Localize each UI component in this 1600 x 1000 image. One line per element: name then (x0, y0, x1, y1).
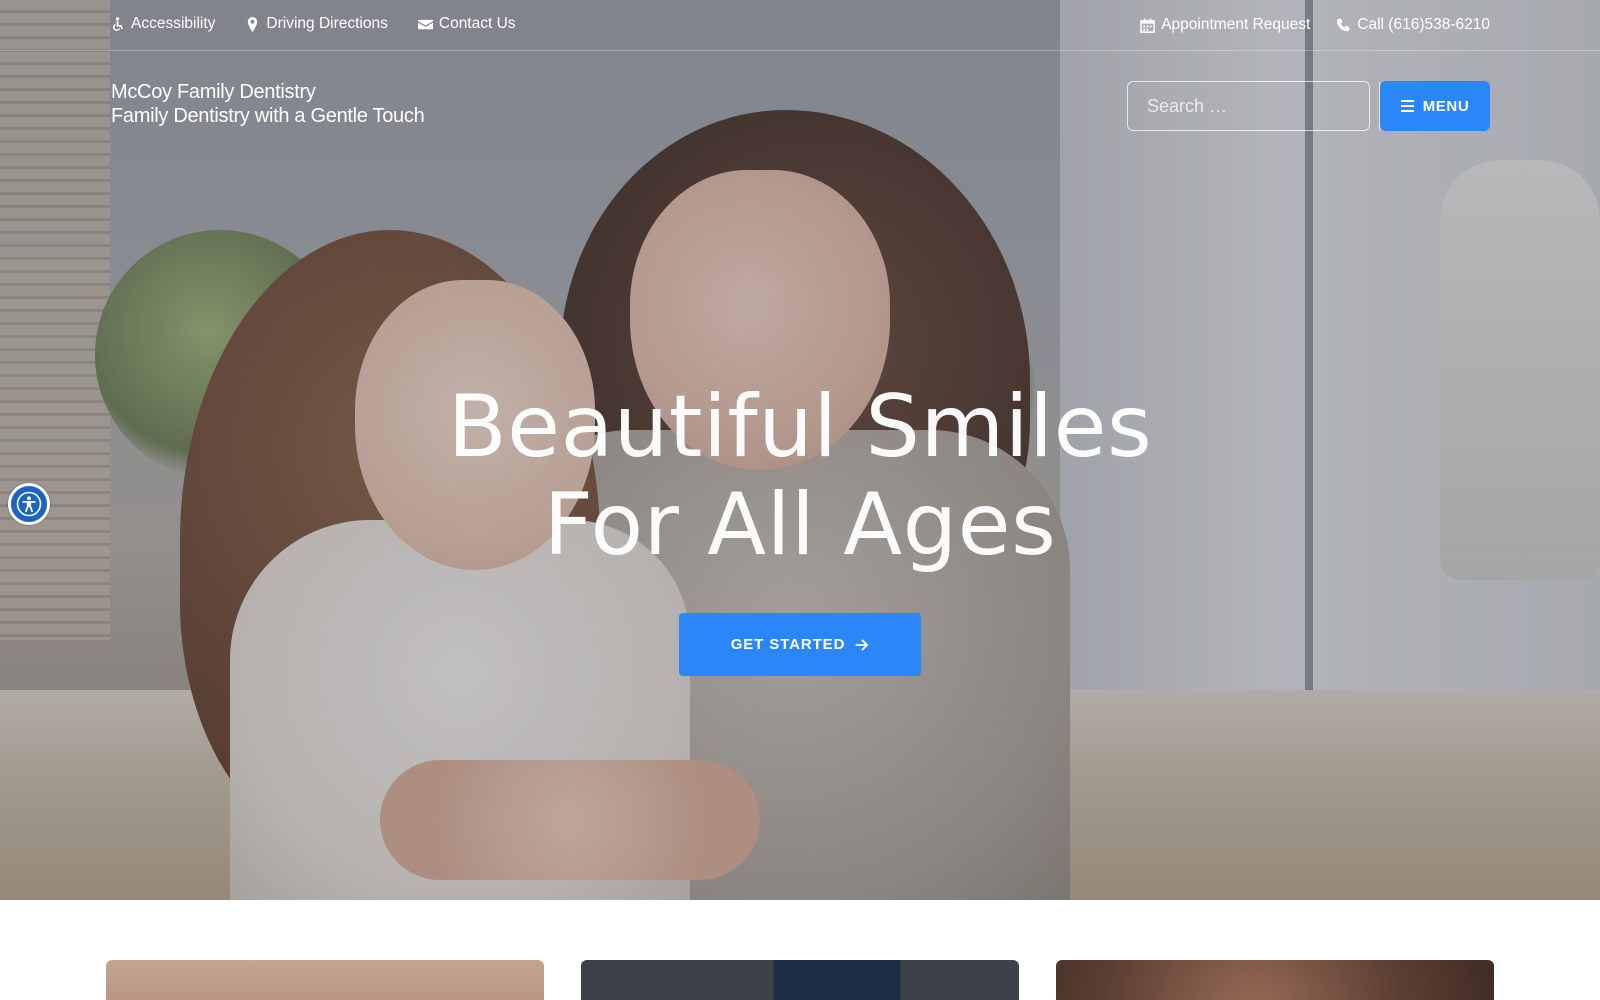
hero-headline: Beautiful Smiles For All Ages (0, 378, 1600, 574)
site-name: McCoy Family Dentistry (111, 81, 316, 103)
get-started-label: GET STARTED (730, 636, 846, 653)
utility-links-left: Accessibility Driving Directions Contact… (110, 15, 516, 33)
feature-card-image[interactable] (581, 960, 1019, 1000)
contact-us-link-label: Contact Us (438, 15, 516, 32)
menu-button[interactable]: MENU (1380, 81, 1490, 131)
accessibility-link-label: Accessibility (131, 15, 216, 32)
envelope-icon (417, 19, 433, 29)
appointment-request-link[interactable]: Appointment Request (1140, 16, 1310, 34)
feature-cards (106, 960, 1494, 1000)
search-form (1127, 81, 1395, 131)
accessibility-link[interactable]: Accessibility (110, 15, 215, 33)
menu-button-label: MENU (1422, 97, 1470, 115)
utility-bar: Accessibility Driving Directions Contact… (0, 0, 1600, 51)
wheelchair-icon (113, 16, 123, 31)
search-input[interactable] (1128, 82, 1379, 130)
driving-directions-link-label: Driving Directions (266, 15, 388, 32)
accessibility-widget-button[interactable] (8, 483, 50, 525)
hamburger-icon (1400, 100, 1414, 112)
contact-us-link[interactable]: Contact Us (417, 15, 516, 33)
get-started-button[interactable]: GET STARTED (679, 613, 921, 676)
hero-headline-line-1: Beautiful Smiles (447, 377, 1153, 477)
site-brand[interactable]: McCoy Family Dentistry Family Dentistry … (111, 80, 425, 128)
call-phone-link[interactable]: Call (616)538-6210 (1336, 16, 1490, 34)
hero-headline-line-2: For All Ages (543, 475, 1057, 575)
utility-links-right: Appointment Request Call (616)538-6210 (1140, 16, 1490, 34)
appointment-request-link-label: Appointment Request (1161, 16, 1311, 33)
site-tagline: Family Dentistry with a Gentle Touch (111, 105, 425, 127)
driving-directions-link[interactable]: Driving Directions (245, 15, 388, 33)
accessibility-person-icon (16, 491, 42, 517)
arrow-right-icon (855, 638, 869, 651)
map-marker-icon (248, 16, 258, 32)
calendar-icon (1140, 17, 1156, 33)
feature-card-image[interactable] (1056, 960, 1494, 1000)
feature-card-image[interactable] (106, 960, 544, 1000)
phone-icon (1337, 18, 1350, 31)
call-phone-link-label: Call (616)538-6210 (1357, 16, 1490, 33)
